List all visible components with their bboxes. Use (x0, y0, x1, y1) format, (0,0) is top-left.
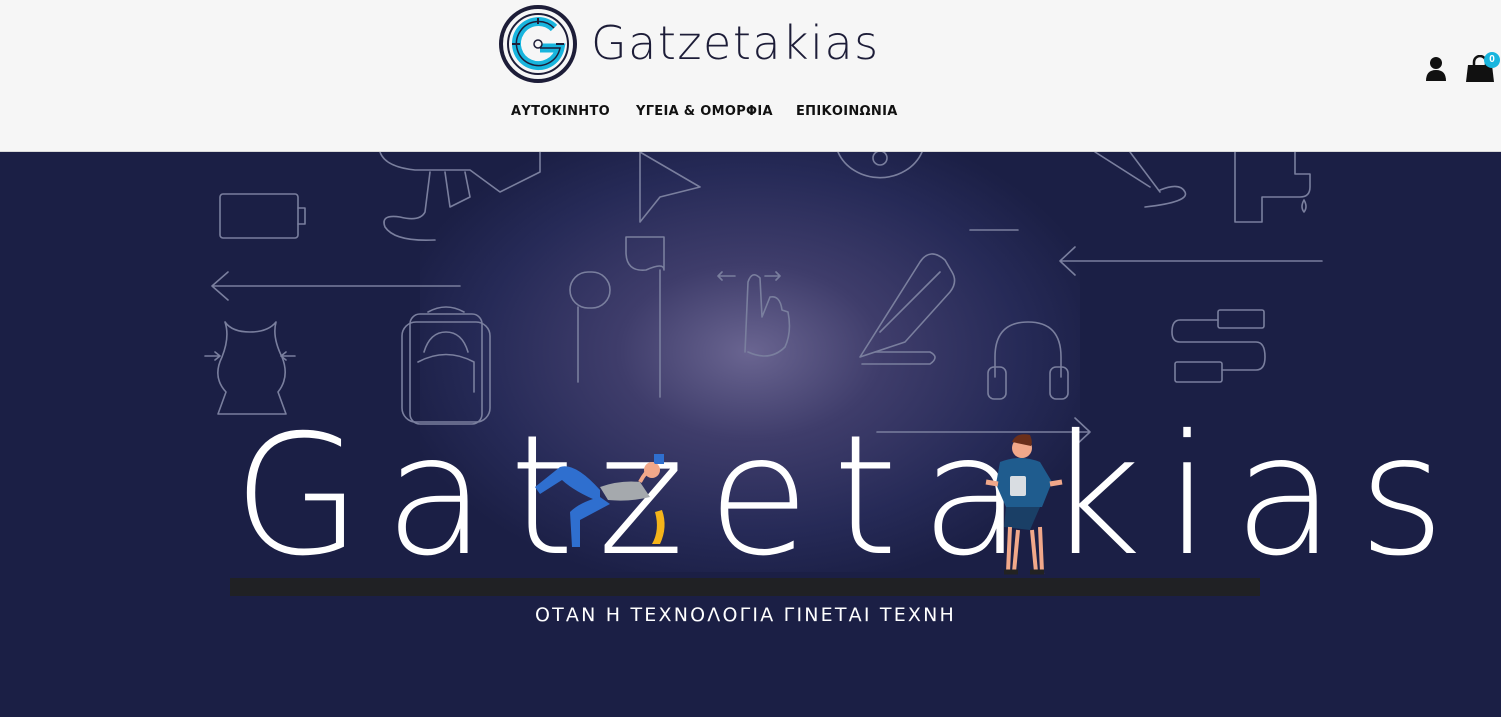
nav-item-car[interactable]: ΑΥΤΟΚΙΝΗΤΟ (511, 104, 610, 119)
hero-tagline: ΟΤΑΝ Η ΤΕΧΝΟΛΟΓΙΑ ΓΙΝΕΤΑΙ ΤΕΧΝΗ (534, 604, 957, 626)
cart-count-badge: 0 (1484, 52, 1500, 68)
brand-name: Gatzetakias (591, 16, 880, 70)
main-nav: ΑΥΤΟΚΙΝΗΤΟ ΥΓΕΙΑ & ΟΜΟΡΦΙΑ ΕΠΙΚΟΙΝΩΝΙΑ (0, 104, 1401, 126)
site-header: Gatzetakias ΑΥΤΟΚΙΝΗΤΟ ΥΓΕΙΑ & ΟΜΟΡΦΙΑ Ε… (0, 0, 1501, 152)
nav-item-contact[interactable]: ΕΠΙΚΟΙΝΩΝΙΑ (796, 104, 898, 119)
logo-emblem-icon (499, 5, 577, 83)
hero-banner: Gatzetakias ΟΤΑΝ Η ΤΕΧΝΟΛΟΓΙΑ ΓΙΝΕΤΑΙ ΤΕ… (0, 152, 1501, 717)
nav-item-health-beauty[interactable]: ΥΓΕΙΑ & ΟΜΟΡΦΙΑ (636, 104, 773, 119)
standing-person-icon (985, 434, 1063, 575)
character-illustrations (535, 434, 1063, 575)
reclining-person-icon (535, 454, 665, 547)
user-icon[interactable] (1424, 56, 1448, 82)
